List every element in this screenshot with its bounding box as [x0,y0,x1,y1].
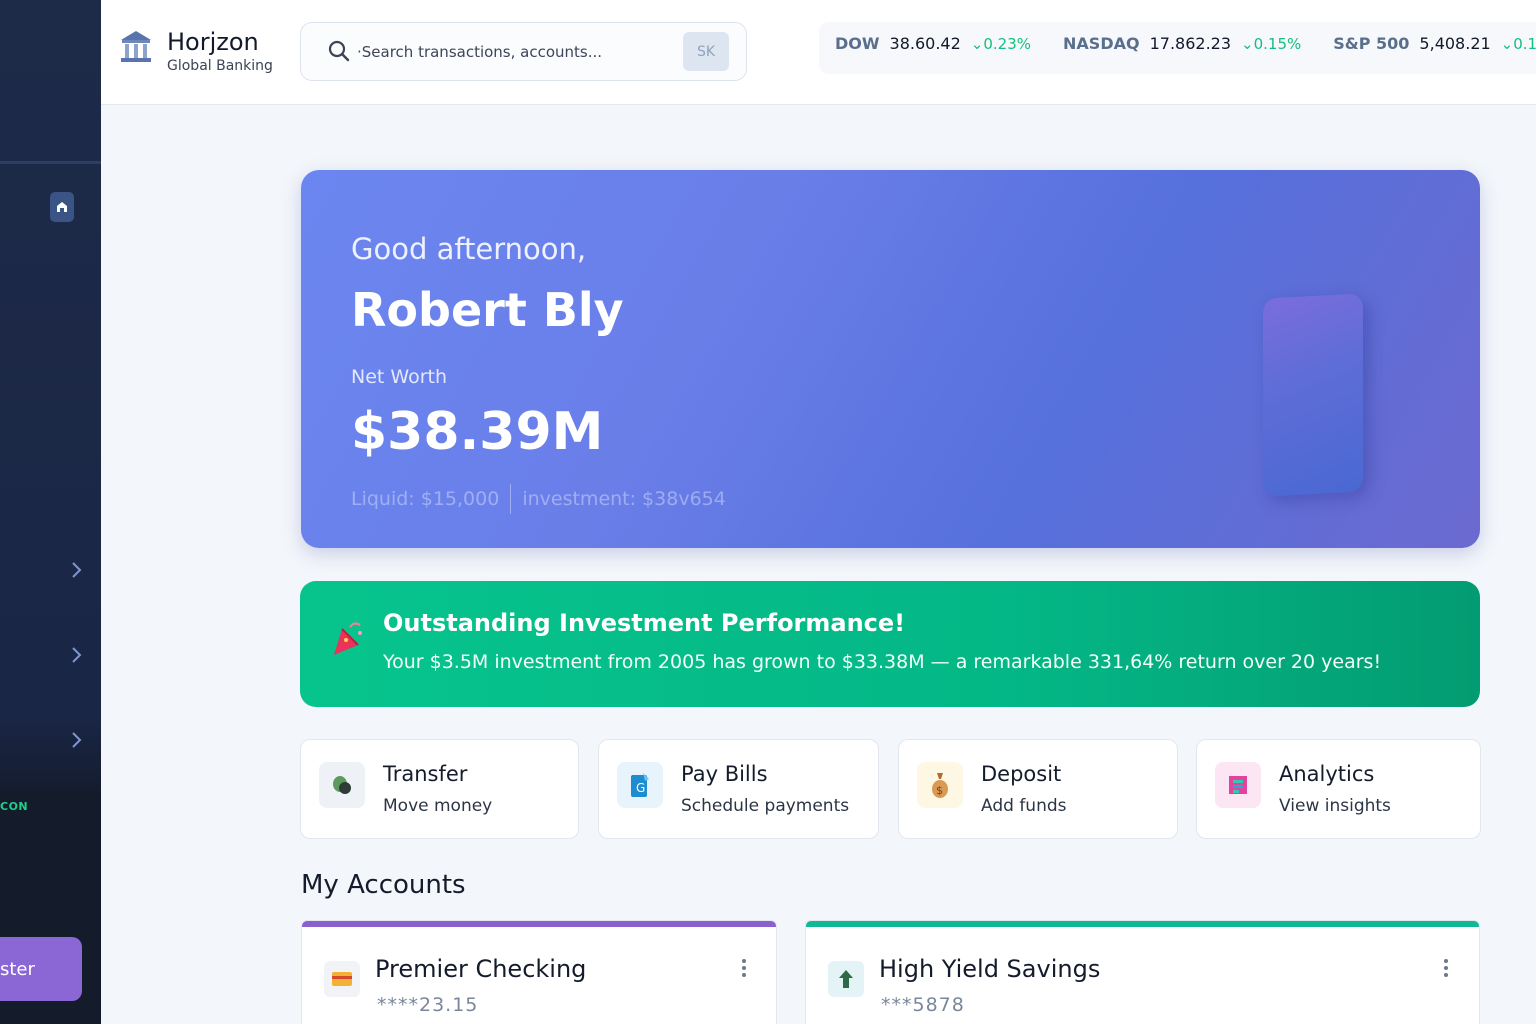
more-options-icon[interactable] [738,957,750,979]
account-number: ***5878 [881,994,965,1016]
search-placeholder: ·Search transactions, accounts... [357,43,603,61]
ticker-item[interactable]: S&P 500 5,408.21 ⌄0.18 [1317,34,1536,62]
user-name: Robert Bly [351,283,624,337]
more-options-icon[interactable] [1440,957,1452,979]
growth-icon [828,961,864,997]
alert-message: Your $3.5M investment from 2005 has grow… [383,651,1382,673]
analytics-button[interactable]: Analytics View insights [1196,739,1481,839]
ticker-symbol: NASDAQ [1063,34,1140,53]
svg-text:G: G [636,781,645,795]
action-title: Deposit [981,762,1062,786]
performance-alert: Outstanding Investment Performance! Your… [300,581,1480,707]
chevron-right-icon[interactable] [70,731,86,749]
account-number: ****23.15 [377,994,479,1016]
sidebar-cta-button[interactable]: ster [0,937,82,1001]
investment-amount: investment: $38v654 [522,488,726,510]
chevron-right-icon[interactable] [70,561,86,579]
search-input[interactable]: ·Search transactions, accounts... SK [300,22,747,81]
ticker-change: ⌄0.18 [1500,35,1536,53]
search-shortcut: SK [683,32,729,71]
account-accent-bar [302,921,776,927]
net-worth-value: $38.39M [351,402,604,462]
party-popper-icon [330,619,366,659]
action-title: Transfer [383,762,468,786]
ticker-symbol: S&P 500 [1333,34,1410,53]
home-icon[interactable] [50,192,74,222]
brand[interactable]: Horjzon Global Banking [119,28,273,76]
money-bag-icon: $ [917,762,963,808]
market-status: CON [0,800,29,813]
search-icon [327,39,351,63]
analytics-icon [1215,762,1261,808]
net-worth-label: Net Worth [351,366,447,388]
action-title: Pay Bills [681,762,768,786]
bill-icon: G [617,762,663,808]
ticker-value: 17.862.23 [1149,34,1232,53]
action-subtitle: Add funds [981,796,1067,816]
bank-icon [119,28,155,68]
brand-name: Horjzon [167,28,259,56]
breakdown-divider [510,484,512,514]
net-worth-breakdown: Liquid: $15,000 investment: $38v654 [351,484,726,514]
brand-subtitle: Global Banking [167,58,273,74]
account-name: Premier Checking [375,955,587,983]
top-header: Horjzon Global Banking ·Search transacti… [101,0,1536,105]
card-icon [324,961,360,997]
account-name: High Yield Savings [879,955,1101,983]
alert-title: Outstanding Investment Performance! [383,609,906,637]
action-subtitle: View insights [1279,796,1391,816]
accounts-section-title: My Accounts [301,870,466,900]
transfer-icon [319,762,365,808]
ticker-change: ⌄0.23% [970,35,1032,53]
card-illustration [1263,293,1363,497]
chevron-right-icon[interactable] [70,646,86,664]
account-accent-bar [806,921,1479,927]
account-card[interactable]: High Yield Savings ***5878 [805,920,1480,1024]
action-subtitle: Schedule payments [681,796,850,816]
welcome-card: Good afternoon, Robert Bly Net Worth $38… [301,170,1480,548]
market-ticker: DOW 38.60.42 ⌄0.23% NASDAQ 17.862.23 ⌄0.… [819,22,1536,74]
sidebar-divider [0,161,101,164]
action-title: Analytics [1279,762,1375,786]
ticker-change: ⌄0.15% [1241,35,1302,53]
sidebar: CON ster [0,0,101,1024]
greeting: Good afternoon, [351,232,587,266]
ticker-value: 38.60.42 [889,34,961,53]
liquid-amount: Liquid: $15,000 [351,488,500,510]
deposit-button[interactable]: $ Deposit Add funds [898,739,1178,839]
ticker-value: 5,408.21 [1419,34,1491,53]
svg-text:$: $ [936,784,943,797]
pay-bills-button[interactable]: G Pay Bills Schedule payments [598,739,879,839]
action-subtitle: Move money [383,796,493,816]
transfer-button[interactable]: Transfer Move money [300,739,579,839]
ticker-item[interactable]: NASDAQ 17.862.23 ⌄0.15% [1047,34,1317,62]
account-card[interactable]: Premier Checking ****23.15 [301,920,777,1024]
ticker-item[interactable]: DOW 38.60.42 ⌄0.23% [819,34,1047,62]
ticker-symbol: DOW [835,34,880,53]
